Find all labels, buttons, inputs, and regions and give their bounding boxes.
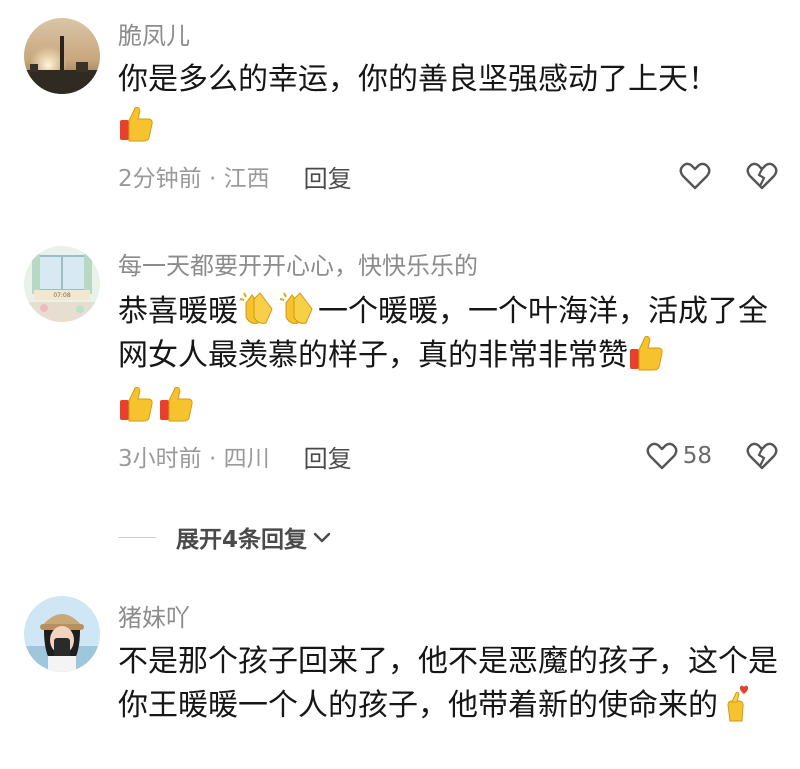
avatar[interactable]: [24, 596, 100, 672]
finger-heart-icon: [718, 683, 754, 723]
comment-text: 不是那个孩子回来了，他不是恶魔的孩子，这个是你王暖暖一个人的孩子，他带着新的使命…: [118, 640, 778, 727]
username[interactable]: 猪妹吖: [118, 598, 190, 633]
comment-text-content: 不是那个孩子回来了，他不是恶魔的孩子，这个是你王暖暖一个人的孩子，他带着新的使命…: [118, 644, 778, 723]
comment-3: 猪妹吖 不是那个孩子回来了，他不是恶魔的孩子，这个是你王暖暖一个人的孩子，他带着…: [0, 0, 800, 769]
